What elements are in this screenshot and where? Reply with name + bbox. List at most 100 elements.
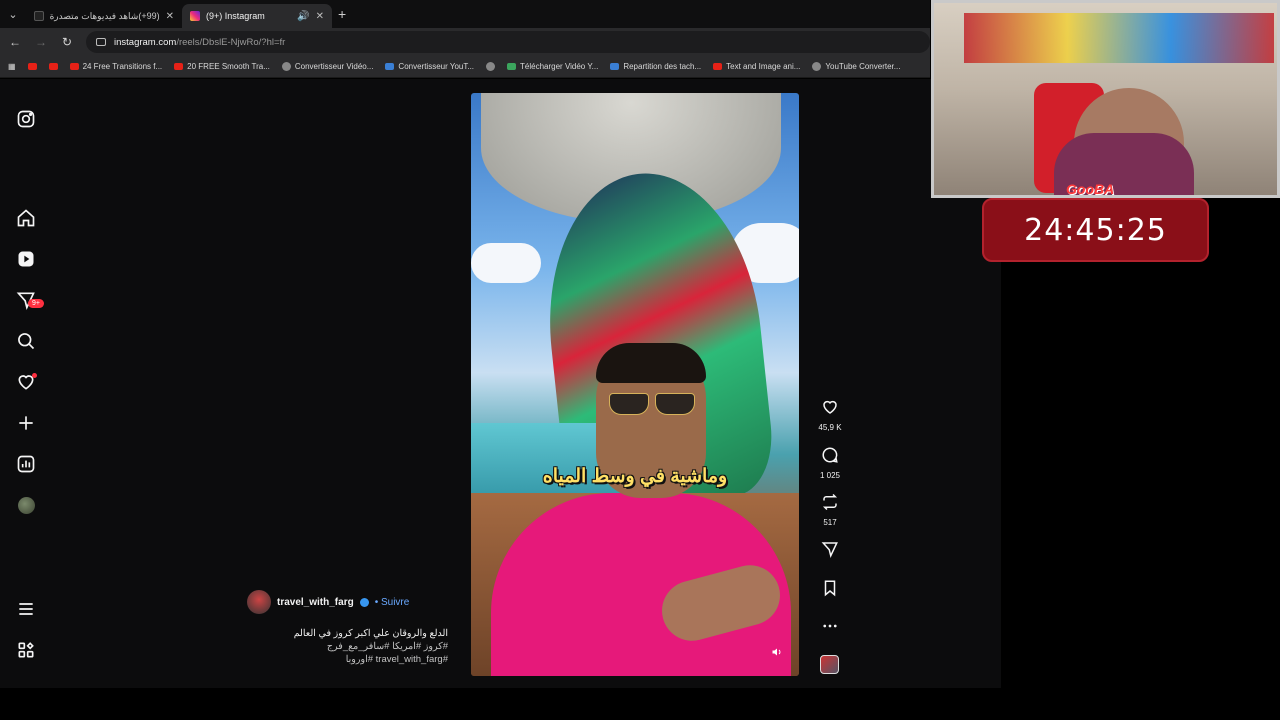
tab-tiktok[interactable]: (99+)شاهد فيديوهات متصدرة | ✕ <box>26 4 182 28</box>
instagram-icon <box>190 11 200 21</box>
youtube-icon <box>48 63 58 70</box>
follow-button[interactable]: • Suivre <box>375 597 410 608</box>
caption-line: الدلع والروقان علي اكبر كروز في العالم <box>293 628 448 639</box>
bookmark-icon <box>824 580 836 597</box>
more-icon <box>823 624 837 628</box>
author-username[interactable]: travel_with_farg <box>277 597 354 608</box>
reels-icon[interactable] <box>16 249 36 269</box>
bookmark-label: Convertisseur Vidéo... <box>294 62 374 71</box>
bookmark-label: Télécharger Vidéo Y... <box>520 62 599 71</box>
bookmark-item[interactable]: 24 Free Transitions f... <box>69 62 163 71</box>
speaker-icon[interactable]: 🔊 <box>297 11 309 22</box>
download-icon <box>507 63 517 70</box>
close-icon[interactable]: ✕ <box>316 11 324 22</box>
bookmark-item[interactable]: Repartition des tach... <box>610 62 701 71</box>
url-field[interactable]: instagram.com/reels/DbslE-NjwRo/?hl=fr <box>86 31 930 53</box>
bookmark-label: 24 Free Transitions f... <box>82 62 163 71</box>
comment-count: 1 025 <box>819 471 841 480</box>
bookmark-item[interactable]: YouTube Converter... <box>812 62 900 71</box>
speaker-icon[interactable] <box>771 646 785 660</box>
like-count: 45,9 K <box>818 423 842 432</box>
new-tab-button[interactable]: + <box>338 6 346 22</box>
browser-tab-bar: ⌄ (99+)شاهد فيديوهات متصدرة | ✕ (9+) Ins… <box>0 0 930 28</box>
caption-hashtags[interactable]: #travel_with_farg #اوروبا <box>240 653 448 666</box>
share-button[interactable] <box>815 540 845 563</box>
youtube-icon <box>713 63 723 70</box>
audio-thumbnail[interactable] <box>820 655 839 674</box>
save-button[interactable] <box>815 579 845 602</box>
home-icon[interactable] <box>16 208 36 228</box>
tab-title: (9+) Instagram <box>206 11 265 21</box>
reel-video[interactable]: وماشية في وسط المياه <box>471 93 799 676</box>
forward-button[interactable]: → <box>34 35 48 49</box>
verified-badge-icon <box>359 597 369 607</box>
tab-title: (99+)شاهد فيديوهات متصدرة | <box>50 10 160 21</box>
sidebar: 9+ <box>0 79 52 688</box>
bookmark-label: Text and Image ani... <box>726 62 801 71</box>
bookmark-item[interactable]: 20 FREE Smooth Tra... <box>174 62 270 71</box>
timer-value: 24:45:25 <box>1024 212 1167 248</box>
bookmark-item[interactable] <box>27 63 37 70</box>
back-button[interactable]: ← <box>8 35 22 49</box>
globe-icon <box>812 62 822 71</box>
instagram-logo-icon[interactable] <box>16 109 36 129</box>
reel-caption: الدلع والروقان علي اكبر كروز في العالم #… <box>240 627 448 666</box>
bookmark-label: Repartition des tach... <box>623 62 702 71</box>
repost-button[interactable]: 517 <box>815 493 845 527</box>
close-icon[interactable]: ✕ <box>166 11 174 22</box>
bookmark-item[interactable] <box>486 62 496 71</box>
bookmarks-bar: ▦ 24 Free Transitions f... 20 FREE Smoot… <box>0 56 930 78</box>
bookmark-label: 20 FREE Smooth Tra... <box>187 62 270 71</box>
search-icon[interactable] <box>16 331 36 351</box>
bookmark-item[interactable]: Télécharger Vidéo Y... <box>507 62 598 71</box>
tab-search-icon[interactable]: ⌄ <box>0 0 26 28</box>
youtube-icon <box>174 63 184 70</box>
comment-button[interactable]: 1 025 <box>815 446 845 480</box>
tiktok-icon <box>34 11 44 21</box>
bookmark-label: Convertisseur YouT... <box>398 62 475 71</box>
instagram-page: 9+ وماشية في وسط المياه 45,9 K 1 025 517… <box>0 79 1001 688</box>
globe-icon <box>486 62 496 71</box>
heart-icon <box>823 400 837 414</box>
apps-icon[interactable]: ▦ <box>8 62 16 71</box>
sunglasses <box>609 393 695 415</box>
more-apps-icon[interactable] <box>16 640 36 660</box>
reload-button[interactable]: ↻ <box>60 35 74 49</box>
send-icon <box>821 542 838 558</box>
video-subtitle: وماشية في وسط المياه <box>542 466 728 487</box>
more-options-button[interactable] <box>815 617 845 640</box>
webcam-overlay: GooBA <box>931 0 1280 198</box>
bookmark-item[interactable] <box>48 63 58 70</box>
url-path: /reels/DbslE-NjwRo/?hl=fr <box>176 36 286 48</box>
bookmark-label: YouTube Converter... <box>825 62 901 71</box>
cloud-shape <box>471 243 541 283</box>
bookmark-item[interactable]: Text and Image ani... <box>713 62 800 71</box>
author-avatar[interactable] <box>247 590 271 614</box>
youtube-icon <box>27 63 37 70</box>
address-bar-row: ← → ↻ instagram.com/reels/DbslE-NjwRo/?h… <box>0 28 930 56</box>
profile-avatar[interactable] <box>18 497 35 514</box>
person-hair <box>596 343 706 383</box>
tab-instagram[interactable]: (9+) Instagram 🔊 ✕ <box>182 4 332 28</box>
author-row: travel_with_farg • Suivre <box>247 590 409 614</box>
youtube-icon <box>69 63 79 70</box>
repost-count: 517 <box>823 518 837 527</box>
comment-icon <box>822 447 838 463</box>
chrome-icon <box>281 62 291 71</box>
link-icon <box>385 63 395 70</box>
bookmark-item[interactable]: Convertisseur Vidéo... <box>281 62 374 71</box>
webcam-flags-banner <box>964 13 1274 63</box>
dashboard-icon[interactable] <box>16 454 36 474</box>
stream-timer: 24:45:25 <box>982 198 1209 262</box>
webcam-logo: GooBA <box>1066 181 1115 197</box>
notification-dot <box>32 373 37 378</box>
like-button[interactable]: 45,9 K <box>815 398 845 432</box>
docs-icon <box>610 63 620 70</box>
create-icon[interactable] <box>16 413 36 433</box>
menu-icon[interactable] <box>16 599 36 619</box>
site-info-icon[interactable] <box>96 38 106 46</box>
caption-hashtags[interactable]: #كروز #امريكا #سافر_مع_فرج <box>240 640 448 653</box>
bookmark-item[interactable]: Convertisseur YouT... <box>385 62 474 71</box>
repost-icon <box>822 493 838 511</box>
url-host: instagram.com <box>114 36 177 48</box>
